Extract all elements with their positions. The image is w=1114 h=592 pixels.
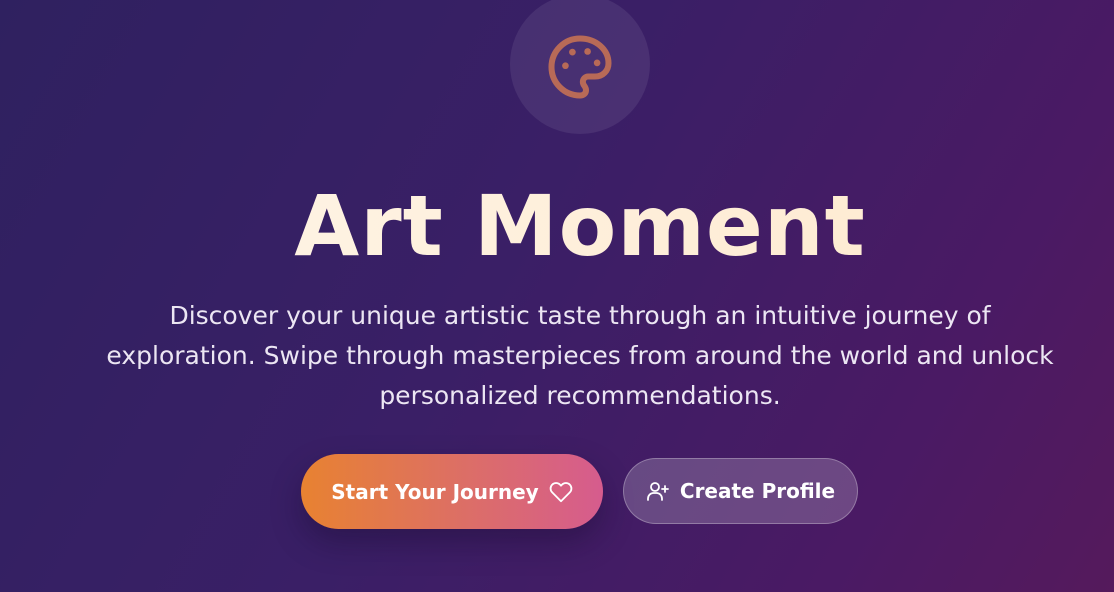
app-title: Art Moment (0, 176, 1114, 276)
start-journey-label: Start Your Journey (331, 479, 539, 504)
palette-icon (548, 35, 612, 99)
create-profile-label: Create Profile (679, 479, 836, 503)
user-plus-icon (646, 482, 669, 501)
hero-description: Discover your unique artistic taste thro… (106, 301, 1054, 410)
hero-section: Art Moment Discover your unique artistic… (0, 0, 1114, 592)
heart-icon (549, 481, 572, 502)
start-journey-button[interactable]: Start Your Journey (301, 454, 603, 529)
create-profile-button[interactable]: Create Profile (623, 458, 858, 524)
logo-badge (510, 0, 650, 134)
